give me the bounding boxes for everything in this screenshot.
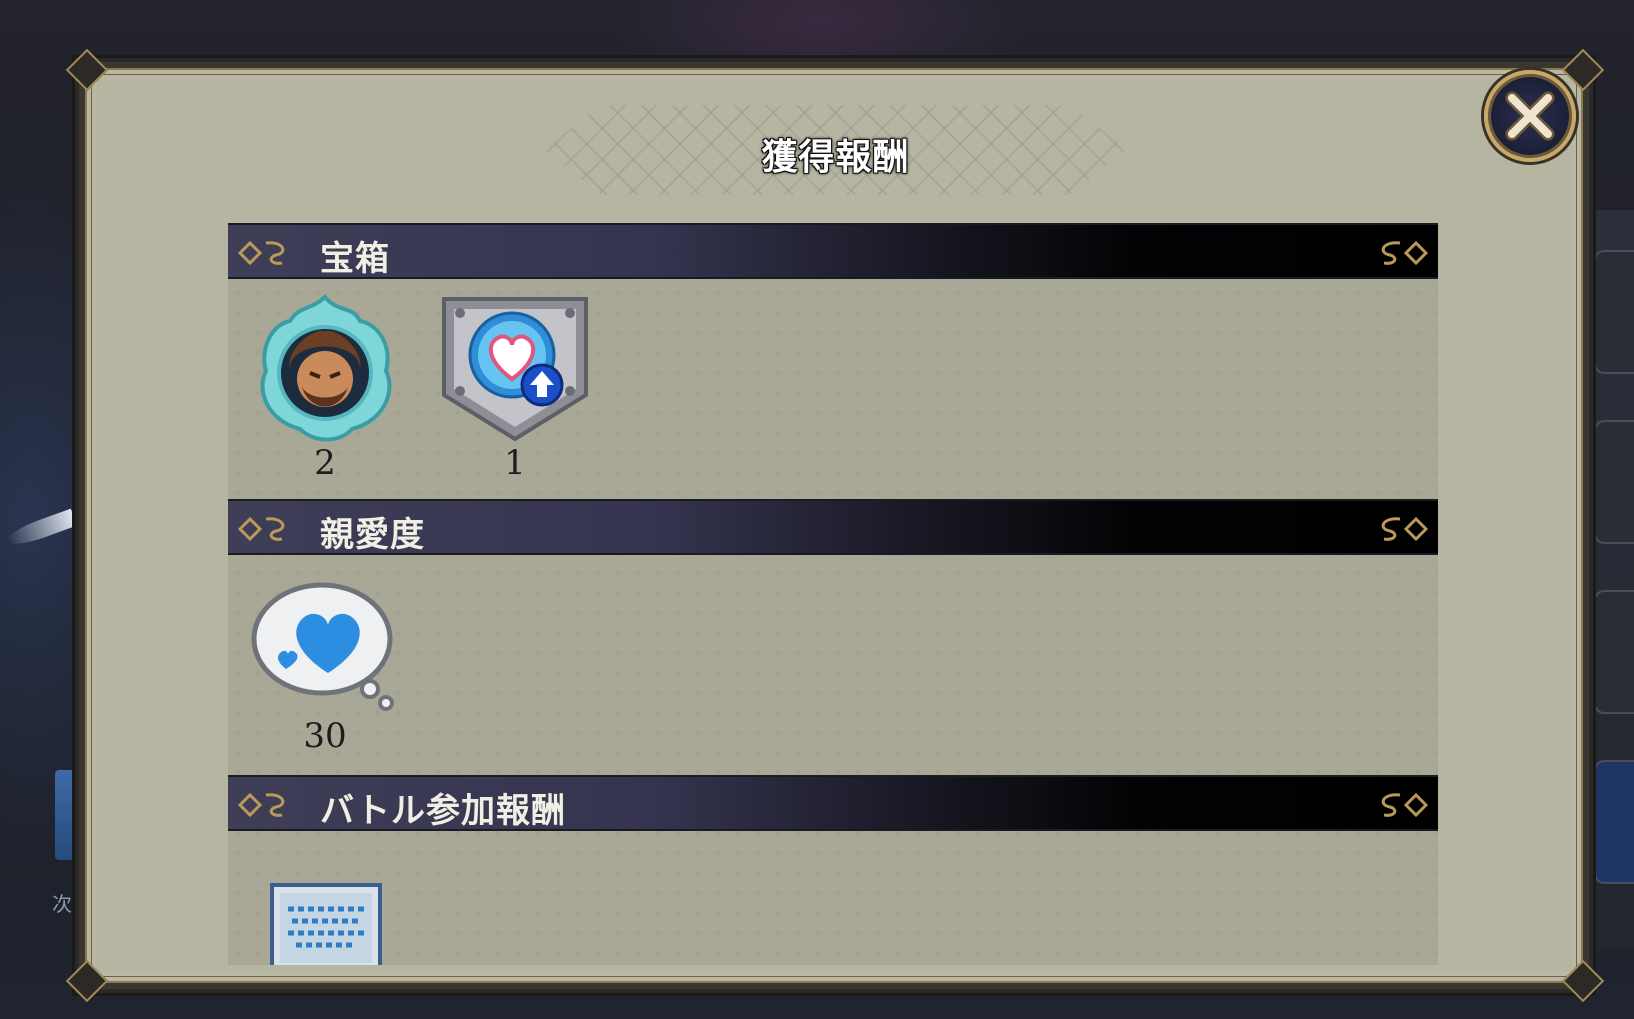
background-right-tabs	[1590, 210, 1634, 950]
character-fragment-icon	[260, 294, 392, 442]
section-label: 親愛度	[320, 515, 425, 555]
section-header-treasure: 宝箱	[228, 223, 1438, 279]
close-x-icon	[1505, 91, 1555, 141]
ornament-icon	[1381, 240, 1429, 266]
reward-item-affection[interactable]	[240, 581, 410, 715]
ornament-icon	[237, 792, 285, 818]
section-header-battle-reward: バトル参加報酬	[228, 775, 1438, 831]
reward-count: 30	[303, 716, 347, 756]
ornament-icon	[1381, 516, 1429, 542]
background-left-text: 次	[52, 892, 72, 916]
section-header-affection: 親愛度	[228, 499, 1438, 555]
ornament-icon	[237, 516, 285, 542]
close-button[interactable]	[1484, 70, 1576, 162]
reward-item-character-fragment[interactable]	[240, 291, 410, 455]
ornament-icon	[237, 240, 285, 266]
reward-item-affection-badge[interactable]	[430, 295, 600, 449]
reward-item-battle-ticket[interactable]	[240, 883, 410, 965]
background-tab	[1594, 760, 1634, 884]
reward-count: 1	[504, 443, 526, 483]
background-tab	[1594, 250, 1634, 374]
affection-up-badge-icon	[442, 297, 588, 442]
ornament-icon	[1381, 792, 1429, 818]
background-tab	[1594, 590, 1634, 714]
section-label: 宝箱	[320, 239, 390, 279]
section-label: バトル参加報酬	[320, 791, 567, 831]
heart-bubble-icon	[251, 582, 394, 711]
ticket-scroll-icon	[270, 883, 382, 965]
reward-count: 2	[314, 443, 336, 483]
reward-list-panel[interactable]: 宝箱 2 1 親愛度 30 バトル参加報酬	[228, 223, 1438, 965]
dialog-title: 獲得報酬	[761, 137, 910, 178]
background-tab	[1594, 420, 1634, 544]
